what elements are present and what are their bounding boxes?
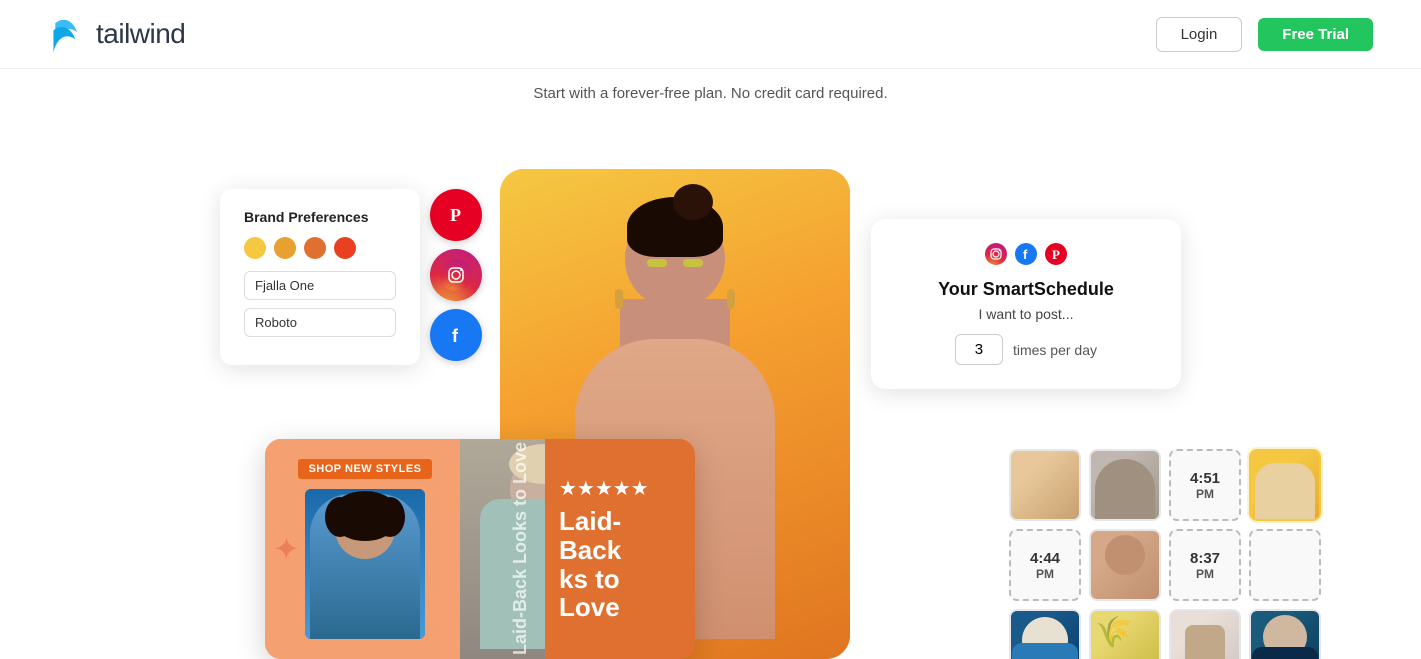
color-palette <box>244 237 396 259</box>
subtitle-text: Start with a forever-free plan. No credi… <box>0 85 1421 102</box>
ss-subtitle: I want to post... <box>895 306 1157 322</box>
ss-facebook-svg: f <box>1015 243 1037 265</box>
photo-empty <box>1249 529 1321 601</box>
promo-card: ✦ SHOP NEW STYLES <box>265 439 695 659</box>
ss-per-day-label: times per day <box>1013 342 1097 358</box>
ss-pinterest-svg: P <box>1045 243 1067 265</box>
time-period-1: PM <box>1196 487 1214 501</box>
ss-facebook-icon: f <box>1015 243 1037 271</box>
font-field-1[interactable]: Fjalla One <box>244 271 396 300</box>
ss-pinterest-icon: P <box>1045 243 1067 271</box>
photo-grid: 4:51 PM 4:44 PM 8:37 PM 🌾 <box>1009 449 1321 659</box>
promo-right-section: ★★★★★ Laid-Back ks to Love Laid-Back Loo… <box>460 439 695 659</box>
promo-person-bg <box>305 489 425 639</box>
photo-3[interactable] <box>1249 449 1321 521</box>
facebook-icon[interactable]: f <box>430 309 482 361</box>
photo-7[interactable] <box>1169 609 1241 659</box>
color-dot-3[interactable] <box>304 237 326 259</box>
ss-instagram-icon <box>985 243 1007 271</box>
time-value-3: 8:37 <box>1190 550 1220 567</box>
brand-prefs-title: Brand Preferences <box>244 209 396 225</box>
color-dot-4[interactable] <box>334 237 356 259</box>
photo-8[interactable] <box>1249 609 1321 659</box>
facebook-svg: f <box>440 319 472 351</box>
time-value-2: 4:44 <box>1030 550 1060 567</box>
instagram-icon[interactable] <box>430 249 482 301</box>
time-cell-2: 4:44 PM <box>1009 529 1081 601</box>
svg-text:f: f <box>1023 247 1028 262</box>
brand-preferences-card: Brand Preferences Fjalla One Roboto <box>220 189 420 365</box>
time-cell-1: 4:51 PM <box>1169 449 1241 521</box>
logo-text: tailwind <box>96 18 185 50</box>
ss-times-input[interactable] <box>955 334 1003 365</box>
pinterest-icon[interactable]: P <box>430 189 482 241</box>
font-field-2[interactable]: Roboto <box>244 308 396 337</box>
promo-left-section: ✦ SHOP NEW STYLES <box>265 439 465 659</box>
photo-2[interactable] <box>1089 449 1161 521</box>
smart-schedule-card: f P Your SmartSchedule I want to post...… <box>871 219 1181 389</box>
header-nav: Login Free Trial <box>1156 17 1373 52</box>
svg-text:f: f <box>452 326 459 346</box>
color-dot-2[interactable] <box>274 237 296 259</box>
logo-area: tailwind <box>48 12 185 56</box>
ss-input-row: times per day <box>895 334 1157 365</box>
svg-text:P: P <box>450 205 461 225</box>
svg-text:P: P <box>1052 247 1060 262</box>
photo-5[interactable] <box>1009 609 1081 659</box>
promo-vertical-text: Laid-Back Looks to Love <box>510 442 531 655</box>
main-content: Start with a forever-free plan. No credi… <box>0 69 1421 659</box>
ss-social-icons: f P <box>895 243 1157 271</box>
ss-instagram-svg <box>985 243 1007 265</box>
shop-badge: SHOP NEW STYLES <box>298 459 431 479</box>
time-period-3: PM <box>1196 567 1214 581</box>
ss-title: Your SmartSchedule <box>895 279 1157 300</box>
squiggle-decoration: ✦ <box>273 530 300 568</box>
free-trial-button[interactable]: Free Trial <box>1258 18 1373 51</box>
photo-6[interactable]: 🌾 <box>1089 609 1161 659</box>
photo-1[interactable] <box>1009 449 1081 521</box>
login-button[interactable]: Login <box>1156 17 1243 52</box>
promo-text-line1: Laid-Back <box>559 507 681 564</box>
stars-rating: ★★★★★ <box>559 476 649 501</box>
color-dot-1[interactable] <box>244 237 266 259</box>
instagram-svg <box>440 259 472 291</box>
promo-person-image <box>305 489 425 639</box>
time-cell-3: 8:37 PM <box>1169 529 1241 601</box>
time-period-2: PM <box>1036 567 1054 581</box>
tailwind-logo-icon <box>48 12 88 56</box>
photo-4[interactable] <box>1089 529 1161 601</box>
pinterest-svg: P <box>440 199 472 231</box>
promo-text-line2: ks to Love <box>559 565 681 622</box>
header: tailwind Login Free Trial <box>0 0 1421 69</box>
social-icons-group: P <box>430 189 482 361</box>
time-value-1: 4:51 <box>1190 470 1220 487</box>
